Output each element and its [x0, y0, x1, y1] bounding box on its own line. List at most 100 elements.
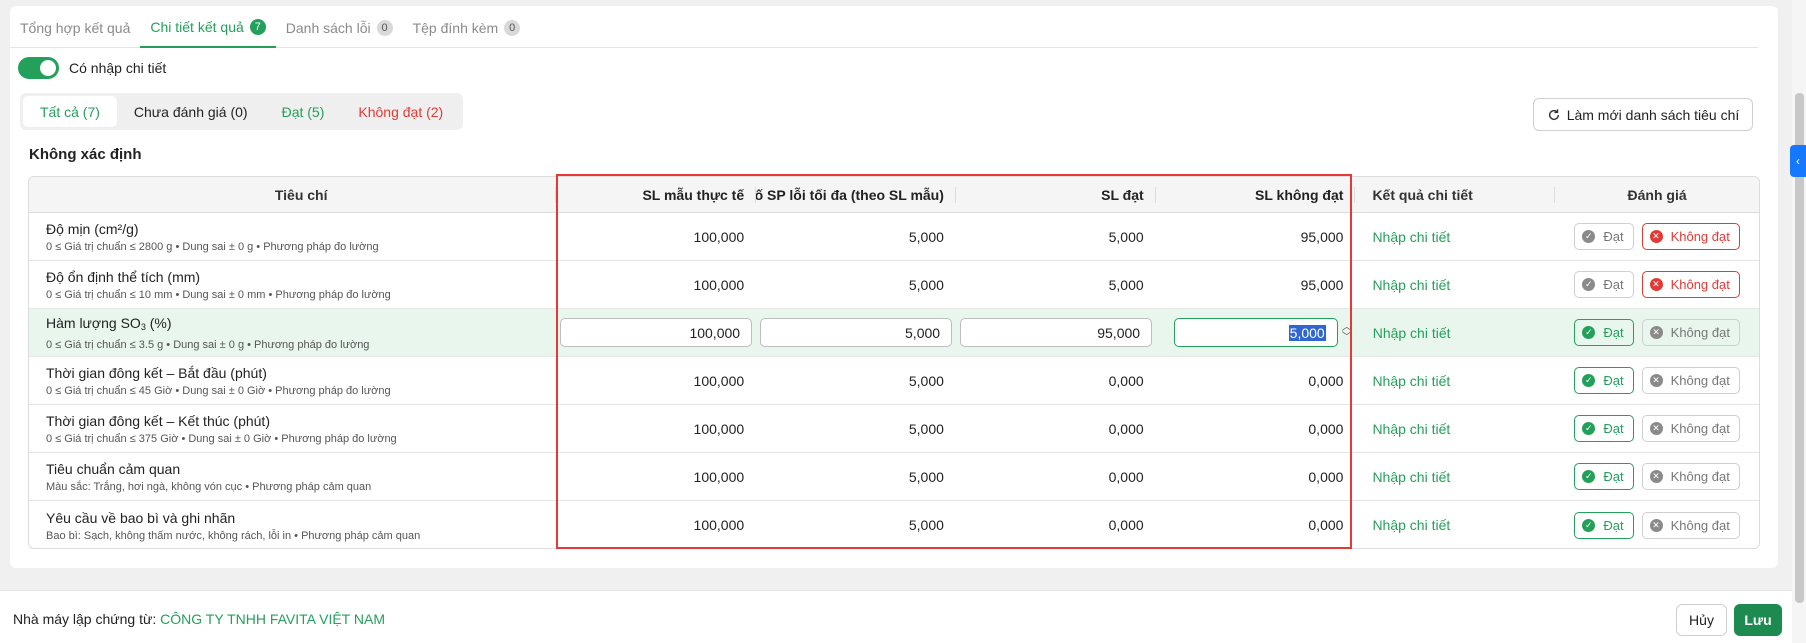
tab-attachments[interactable]: Tệp đính kèm 0 [403, 8, 531, 48]
tab-detail[interactable]: Chi tiết kết quả 7 [140, 8, 276, 48]
filter-pending[interactable]: Chưa đánh giá (0) [117, 96, 265, 127]
fail-qty-value: 5,000 [1288, 324, 1326, 341]
table-row: Tiêu chuẩn cảm quan Màu sắc: Trắng, hơi … [29, 453, 1759, 501]
tab-count-badge: 0 [504, 20, 521, 36]
save-button[interactable]: Lưu [1734, 604, 1782, 636]
pass-button[interactable]: ✓ Đạt [1574, 511, 1634, 539]
tab-summary[interactable]: Tổng hợp kết quả [10, 8, 140, 48]
max-defect-cell: 5,000 [908, 276, 944, 293]
detail-toggle-switch[interactable] [18, 57, 59, 79]
pass-label: Đạt [1603, 325, 1624, 340]
filter-all[interactable]: Tất cả (7) [23, 96, 117, 127]
max-defect-cell: 5,000 [908, 468, 944, 485]
pass-button[interactable]: ✓ Đạt [1574, 319, 1634, 346]
sample-qty-cell: 100,000 [693, 420, 745, 437]
check-circle-icon: ✓ [1582, 518, 1596, 532]
close-circle-icon: ✕ [1649, 230, 1663, 243]
criteria-desc: 0 ≤ Giá trị chuẩn ≤ 45 Giờ • Dung sai ± … [46, 385, 391, 397]
fail-button[interactable]: ✕ Không đạt [1641, 319, 1740, 346]
pass-button[interactable]: ✓ Đạt [1574, 271, 1634, 298]
pass-qty-cell: 0,000 [1108, 517, 1144, 533]
tab-label: Tổng hợp kết quả [20, 20, 131, 36]
pass-qty-cell: 0,000 [1108, 372, 1144, 389]
chevron-left-icon: ‹ [1796, 154, 1800, 168]
enter-detail-link[interactable]: Nhập chi tiết [1372, 277, 1450, 293]
enter-detail-link[interactable]: Nhập chi tiết [1373, 325, 1451, 341]
page-scrollbar[interactable] [1792, 0, 1806, 643]
fail-qty-stepper[interactable]: ︿ ﹀ [1342, 322, 1352, 343]
pass-button[interactable]: ✓ Đạt [1574, 367, 1634, 394]
refresh-criteria-button[interactable]: Làm mới danh sách tiêu chí [1533, 98, 1753, 131]
factory-label: Nhà máy lập chứng từ: [13, 611, 157, 627]
criteria-name: Yêu cầu về bao bì và ghi nhãn [46, 509, 236, 526]
tab-count-badge: 0 [376, 20, 393, 36]
criteria-table: Tiêu chí SL mẫu thực tế Số SP lỗi tối đa… [28, 176, 1760, 549]
check-circle-icon: ✓ [1582, 326, 1596, 339]
pass-button[interactable]: ✓ Đạt [1574, 463, 1634, 490]
sample-qty-input[interactable]: 100,000 [560, 318, 753, 347]
max-defect-cell: 5,000 [908, 517, 944, 533]
max-defect-cell: 5,000 [908, 420, 944, 437]
criteria-desc: Màu sắc: Trắng, hơi ngà, không vón cục •… [46, 481, 372, 493]
result-tabs: Tổng hợp kết quả Chi tiết kết quả 7 Danh… [10, 8, 1758, 48]
pass-label: Đạt [1603, 517, 1624, 533]
check-circle-icon: ✓ [1582, 230, 1596, 243]
col-detail-result: Kết quả chi tiết [1355, 177, 1555, 212]
fail-label: Không đạt [1670, 277, 1730, 292]
pass-qty-input[interactable]: 95,000 [960, 318, 1153, 347]
max-defect-input[interactable]: 5,000 [760, 318, 953, 347]
criteria-cell: Thời gian đông kết – Bắt đầu (phút) 0 ≤ … [29, 357, 556, 404]
criteria-name-prefix: Hàm lượng SO [46, 315, 141, 331]
max-defect-cell: 5,000 [908, 228, 944, 245]
fail-qty-cell: 95,000 [1300, 276, 1344, 293]
criteria-cell: Tiêu chuẩn cảm quan Màu sắc: Trắng, hơi … [29, 453, 556, 500]
chevron-down-icon[interactable]: ﹀ [1342, 332, 1352, 343]
table-row-editing: Hàm lượng SO3 (%) 0 ≤ Giá trị chuẩn ≤ 3.… [29, 309, 1759, 357]
criteria-name: Hàm lượng SO3 (%) [46, 314, 556, 336]
fail-button[interactable]: ✕ Không đạt [1641, 271, 1740, 298]
pass-label: Đạt [1603, 469, 1624, 484]
cancel-button[interactable]: Hủy [1676, 604, 1727, 636]
detail-toggle-label: Có nhập chi tiết [69, 60, 167, 76]
pass-qty-cell: 0,000 [1108, 420, 1144, 437]
enter-detail-link[interactable]: Nhập chi tiết [1372, 229, 1450, 245]
fail-qty-cell: 0,000 [1308, 517, 1344, 533]
fail-qty-input[interactable]: 5,000 [1173, 318, 1338, 347]
enter-detail-link[interactable]: Nhập chi tiết [1372, 469, 1450, 485]
enter-detail-link[interactable]: Nhập chi tiết [1372, 517, 1450, 533]
fail-button[interactable]: ✕ Không đạt [1641, 415, 1740, 442]
fail-button[interactable]: ✕ Không đạt [1641, 511, 1740, 539]
fail-button[interactable]: ✕ Không đạt [1641, 463, 1740, 490]
fail-qty-cell: 0,000 [1308, 468, 1344, 485]
filter-fail[interactable]: Không đạt (2) [341, 96, 460, 127]
fail-qty-cell: 0,000 [1308, 372, 1344, 389]
pass-button[interactable]: ✓ Đạt [1574, 415, 1634, 442]
filter-pass[interactable]: Đạt (5) [265, 96, 342, 127]
tab-label: Tệp đính kèm [412, 20, 499, 36]
pass-button[interactable]: ✓ Đạt [1574, 223, 1634, 250]
pass-qty-cell: 5,000 [1108, 276, 1144, 293]
collapse-panel-button[interactable]: ‹ [1790, 145, 1806, 177]
criteria-cell: Thời gian đông kết – Kết thúc (phút) 0 ≤… [29, 405, 556, 452]
fail-label: Không đạt [1670, 469, 1730, 484]
fail-button[interactable]: ✕ Không đạt [1641, 367, 1740, 394]
enter-detail-link[interactable]: Nhập chi tiết [1372, 373, 1450, 389]
pass-label: Đạt [1603, 277, 1624, 292]
tab-defects[interactable]: Danh sách lỗi 0 [276, 8, 403, 48]
check-circle-icon: ✓ [1582, 422, 1596, 435]
fail-button[interactable]: ✕ Không đạt [1641, 223, 1740, 250]
fail-qty-cell: 95,000 [1300, 228, 1344, 245]
enter-detail-link[interactable]: Nhập chi tiết [1372, 421, 1450, 437]
criteria-name: Thời gian đông kết – Bắt đầu (phút) [46, 365, 267, 381]
pass-label: Đạt [1603, 373, 1624, 388]
chevron-up-icon[interactable]: ︿ [1342, 322, 1352, 333]
tab-count-badge: 7 [249, 19, 266, 35]
factory-info: Nhà máy lập chứng từ: CÔNG TY TNHH FAVIT… [13, 611, 385, 627]
close-circle-icon: ✕ [1649, 326, 1663, 339]
toggle-knob [40, 60, 56, 76]
criteria-desc: Bao bì: Sạch, không thấm nước, không rác… [46, 529, 421, 542]
section-title: Không xác định [29, 146, 142, 163]
check-circle-icon: ✓ [1582, 374, 1596, 387]
pass-qty-cell: 0,000 [1108, 468, 1144, 485]
pass-label: Đạt [1603, 229, 1624, 244]
